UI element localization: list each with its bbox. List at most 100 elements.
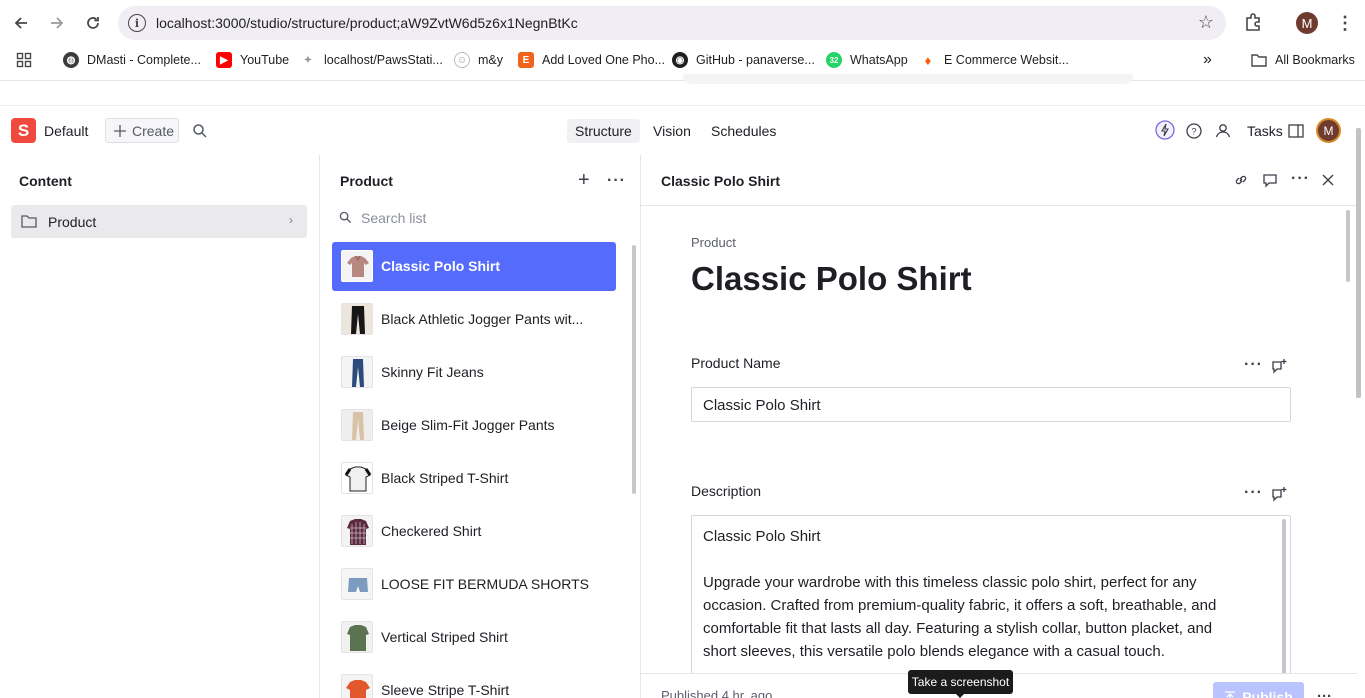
tab-vision[interactable]: Vision: [645, 119, 699, 143]
pane-divider[interactable]: [319, 155, 320, 698]
search-icon[interactable]: [192, 123, 208, 139]
fire-icon: ♦: [924, 52, 932, 68]
list-item[interactable]: Black Striped T-Shirt: [332, 454, 616, 503]
product-thumbnail: [341, 621, 373, 653]
arrow-right-icon: [51, 17, 64, 29]
list-item-title: LOOSE FIT BERMUDA SHORTS: [381, 576, 589, 592]
browser-profile-avatar[interactable]: M: [1296, 12, 1318, 34]
plus-icon: [114, 124, 126, 137]
list-item-title: Beige Slim-Fit Jogger Pants: [381, 417, 555, 433]
extensions-icon[interactable]: [1243, 12, 1263, 32]
back-button[interactable]: [9, 11, 33, 35]
sidebar-item-product[interactable]: Product ›: [11, 205, 307, 238]
presence-icon[interactable]: [1214, 122, 1232, 140]
folder-icon: [1251, 54, 1267, 67]
whatsapp-icon: 32: [826, 52, 842, 68]
publish-button[interactable]: Publish: [1213, 682, 1304, 698]
paw-icon: ✦: [303, 54, 313, 66]
list-menu-icon[interactable]: ···: [607, 172, 626, 190]
more-bookmarks-button[interactable]: »: [1203, 51, 1212, 69]
url-text[interactable]: localhost:3000/studio/structure/product;…: [156, 15, 578, 31]
bookmark-item[interactable]: ♦ E Commerce Websit...: [920, 51, 1069, 69]
address-bar[interactable]: i localhost:3000/studio/structure/produc…: [118, 6, 1226, 40]
field-menu-icon[interactable]: ···: [1244, 484, 1263, 502]
textarea-scrollbar[interactable]: [1282, 519, 1286, 679]
search-placeholder: Search list: [361, 210, 427, 226]
comment-icon[interactable]: [1262, 172, 1278, 188]
bolt-icon[interactable]: [1155, 120, 1175, 140]
close-icon[interactable]: [1320, 172, 1336, 188]
chrome-divider: [0, 80, 1365, 81]
list-item[interactable]: Vertical Striped Shirt: [332, 613, 616, 662]
field-menu-icon[interactable]: ···: [1244, 356, 1263, 374]
product-thumbnail: [341, 515, 373, 547]
list-item-title: Classic Polo Shirt: [381, 258, 501, 274]
bookmark-item[interactable]: ☺ m&y: [454, 51, 503, 69]
youtube-icon: ▶: [216, 52, 232, 68]
list-item[interactable]: Skinny Fit Jeans: [332, 348, 616, 397]
workspace-name[interactable]: Default: [44, 123, 88, 139]
apps-icon[interactable]: [16, 51, 32, 69]
add-comment-icon[interactable]: [1271, 358, 1287, 374]
list-item[interactable]: Sleeve Stripe T-Shirt: [332, 666, 616, 698]
bookmark-item[interactable]: ▶ YouTube: [216, 51, 289, 69]
tab-schedules[interactable]: Schedules: [703, 119, 784, 143]
all-bookmarks-button[interactable]: All Bookmarks: [1251, 51, 1355, 69]
field-actions: ···: [1244, 484, 1290, 504]
bookmark-item[interactable]: ◍ DMasti - Complete...: [63, 51, 201, 69]
list-item[interactable]: Beige Slim-Fit Jogger Pants: [332, 401, 616, 450]
document-menu-icon[interactable]: ···: [1291, 170, 1310, 188]
publish-status: Published 4 hr. ago: [661, 688, 773, 698]
description-label: Description: [691, 483, 762, 499]
description-line: Upgrade your wardrobe with this timeless…: [703, 574, 1197, 591]
list-item[interactable]: Black Athletic Jogger Pants wit...: [332, 295, 616, 344]
forward-button[interactable]: [45, 11, 69, 35]
description-line: comfortable fit that lasts all day. Feat…: [703, 620, 1213, 637]
list-scrollbar[interactable]: [632, 245, 636, 494]
footer-menu-icon[interactable]: ···: [1317, 688, 1332, 698]
help-icon[interactable]: ?: [1185, 122, 1203, 140]
product-thumbnail: [341, 356, 373, 388]
list-item[interactable]: Checkered Shirt: [332, 507, 616, 556]
list-item-title: Black Athletic Jogger Pants wit...: [381, 311, 584, 327]
product-thumbnail: [341, 409, 373, 441]
globe-icon: ◍: [63, 52, 79, 68]
product-name-input[interactable]: Classic Polo Shirt: [691, 387, 1291, 422]
bookmark-star-icon[interactable]: ☆: [1198, 12, 1214, 33]
list-item-title: Sleeve Stripe T-Shirt: [381, 682, 510, 698]
content-pane-title: Content: [19, 173, 72, 189]
bookmark-item[interactable]: E Add Loved One Pho...: [518, 51, 665, 69]
add-comment-icon[interactable]: [1271, 486, 1287, 502]
bookmark-item[interactable]: 32 WhatsApp: [826, 51, 908, 69]
folder-icon: [21, 215, 37, 228]
reload-button[interactable]: [81, 11, 105, 35]
product-thumbnail: [341, 303, 373, 335]
bookmarks-bar: ◍ DMasti - Complete... ▶ YouTube ✦ localhos…: [0, 46, 1365, 74]
add-document-button[interactable]: +: [578, 170, 590, 190]
smile-icon: ☺: [454, 52, 470, 68]
product-thumbnail: [341, 462, 373, 494]
tasks-button[interactable]: Tasks: [1247, 123, 1283, 139]
pane-divider[interactable]: [640, 155, 641, 698]
site-info-icon[interactable]: i: [128, 14, 146, 32]
list-item[interactable]: Classic Polo Shirt: [332, 242, 616, 291]
document-scrollbar[interactable]: [1346, 210, 1350, 282]
studio-logo[interactable]: S: [11, 118, 36, 143]
list-item-title: Black Striped T-Shirt: [381, 470, 509, 486]
tab-structure[interactable]: Structure: [567, 119, 640, 143]
sidebar-item-label: Product: [48, 214, 97, 230]
user-avatar[interactable]: M: [1316, 118, 1341, 143]
bookmark-item[interactable]: ◉ GitHub - panaverse...: [672, 51, 815, 69]
list-item[interactable]: LOOSE FIT BERMUDA SHORTS: [332, 560, 616, 609]
browser-menu-icon[interactable]: ⋮: [1336, 12, 1354, 34]
search-icon: [339, 211, 352, 224]
search-input[interactable]: Search list: [332, 203, 616, 231]
list-item-title: Vertical Striped Shirt: [381, 629, 508, 645]
create-button[interactable]: Create: [105, 118, 179, 143]
panel-toggle-icon[interactable]: [1287, 122, 1305, 140]
bookmark-item[interactable]: ✦ localhost/PawsStati...: [300, 51, 443, 69]
link-icon[interactable]: [1233, 172, 1249, 188]
list-pane-title: Product: [340, 173, 393, 189]
list-item-title: Skinny Fit Jeans: [381, 364, 484, 380]
page-scrollbar[interactable]: [1356, 128, 1361, 398]
